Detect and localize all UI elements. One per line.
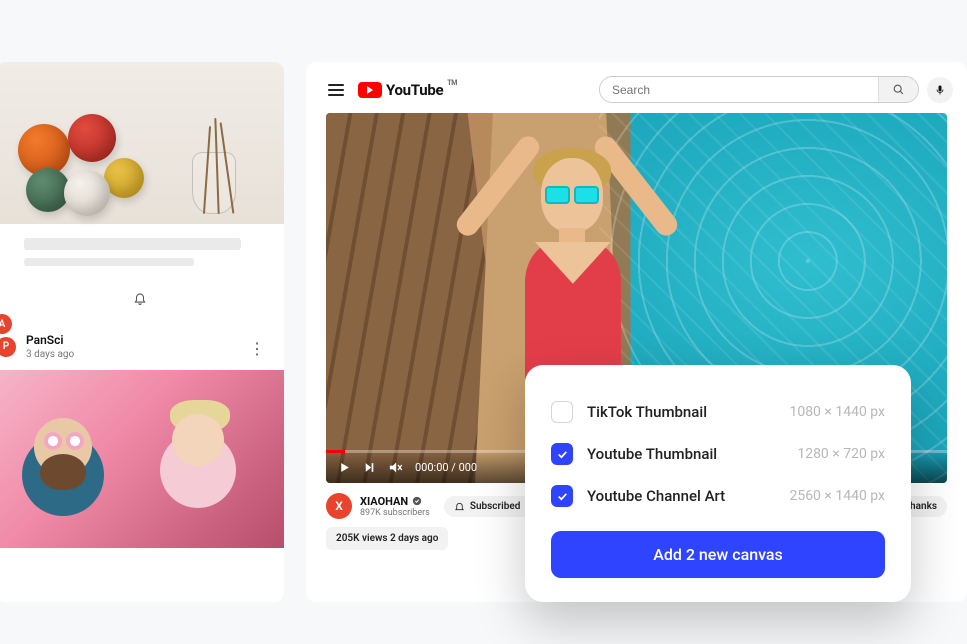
channel-name[interactable]: XIAOHAN [360, 495, 430, 508]
option-dims: 1080 × 1440 px [789, 404, 885, 420]
checkbox-checked-icon[interactable] [551, 485, 573, 507]
option-label: Youtube Thumbnail [587, 445, 717, 463]
canvas-size-popup: TikTok Thumbnail 1080 × 1440 px Youtube … [525, 365, 911, 602]
option-youtube-channel-art[interactable]: Youtube Channel Art 2560 × 1440 px [551, 475, 885, 517]
verified-icon [412, 496, 422, 506]
checkbox-checked-icon[interactable] [551, 443, 573, 465]
next-icon[interactable] [363, 461, 376, 474]
pansci-row[interactable]: P PanSci 3 days ago ⋮ [0, 323, 284, 370]
option-dims: 1280 × 720 px [797, 446, 885, 462]
mic-button[interactable] [927, 77, 953, 103]
add-canvas-button[interactable]: Add 2 new canvas [551, 531, 885, 578]
pansci-timestamp: 3 days ago [26, 349, 74, 360]
play-icon[interactable] [338, 461, 351, 474]
menu-icon[interactable] [328, 81, 344, 99]
subscriber-count: 897K subscribers [360, 508, 430, 518]
mute-icon[interactable] [388, 460, 403, 475]
mic-icon [934, 84, 946, 96]
skeleton-lines [0, 224, 284, 284]
youtube-play-icon [358, 82, 382, 98]
views-info: 205K views 2 days ago [326, 527, 448, 550]
left-hero-image [0, 62, 284, 224]
option-tiktok-thumbnail[interactable]: TikTok Thumbnail 1080 × 1440 px [551, 391, 885, 433]
notification-bell-icon[interactable] [0, 284, 284, 323]
search-input[interactable] [600, 77, 878, 102]
left-bottom-image [0, 370, 284, 548]
subscribed-label: Subscribed [470, 501, 521, 512]
bell-icon [454, 501, 465, 512]
youtube-logo[interactable]: YouTube TM [358, 81, 457, 99]
more-icon[interactable]: ⋮ [249, 339, 264, 358]
search-box [599, 76, 919, 103]
option-label: TikTok Thumbnail [587, 403, 707, 421]
option-youtube-thumbnail[interactable]: Youtube Thumbnail 1280 × 720 px [551, 433, 885, 475]
youtube-brand-text: YouTube [386, 81, 443, 99]
video-time: 000:00 / 000 [415, 461, 477, 474]
pansci-channel-name: PanSci [26, 333, 74, 347]
checkbox-unchecked-icon[interactable] [551, 401, 573, 423]
channel-avatar[interactable]: X [326, 493, 352, 519]
trademark-text: TM [447, 79, 457, 87]
option-label: Youtube Channel Art [587, 487, 725, 505]
option-dims: 2560 × 1440 px [789, 488, 885, 504]
search-button[interactable] [878, 77, 918, 102]
left-feed-card: A P PanSci 3 days ago ⋮ [0, 62, 284, 602]
avatar-p: P [0, 337, 16, 357]
search-icon [892, 83, 905, 96]
